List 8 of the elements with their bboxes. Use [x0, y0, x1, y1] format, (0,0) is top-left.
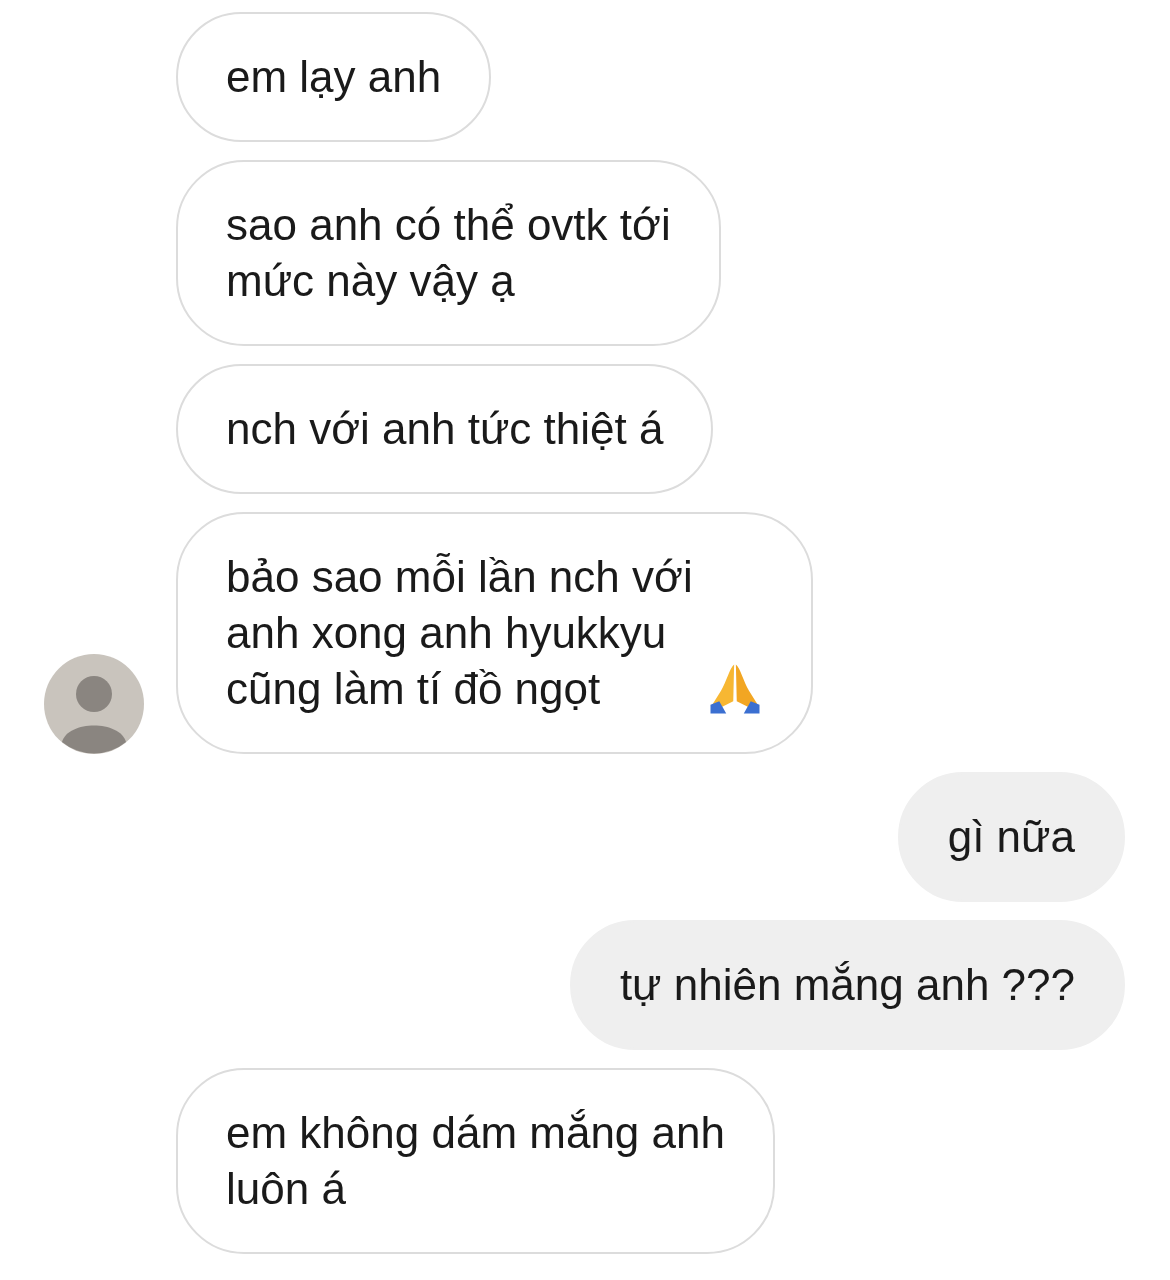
message-text: sao anh có thể ovtk tới mức này vậy ạ [226, 199, 671, 307]
avatar[interactable] [44, 654, 144, 754]
message-text: nch với anh tức thiệt á [226, 403, 664, 455]
message-text: em lạy anh [226, 51, 442, 103]
message-text: bảo sao mỗi lần nch với anh xong anh hyukkyu cũng làm tí đồ ngọt [226, 551, 693, 715]
message-text: gì nữa [947, 811, 1075, 863]
message-text: tự nhiên mắng anh ??? [619, 959, 1075, 1011]
message-text: em không dám mắng anh luôn á [226, 1107, 725, 1215]
